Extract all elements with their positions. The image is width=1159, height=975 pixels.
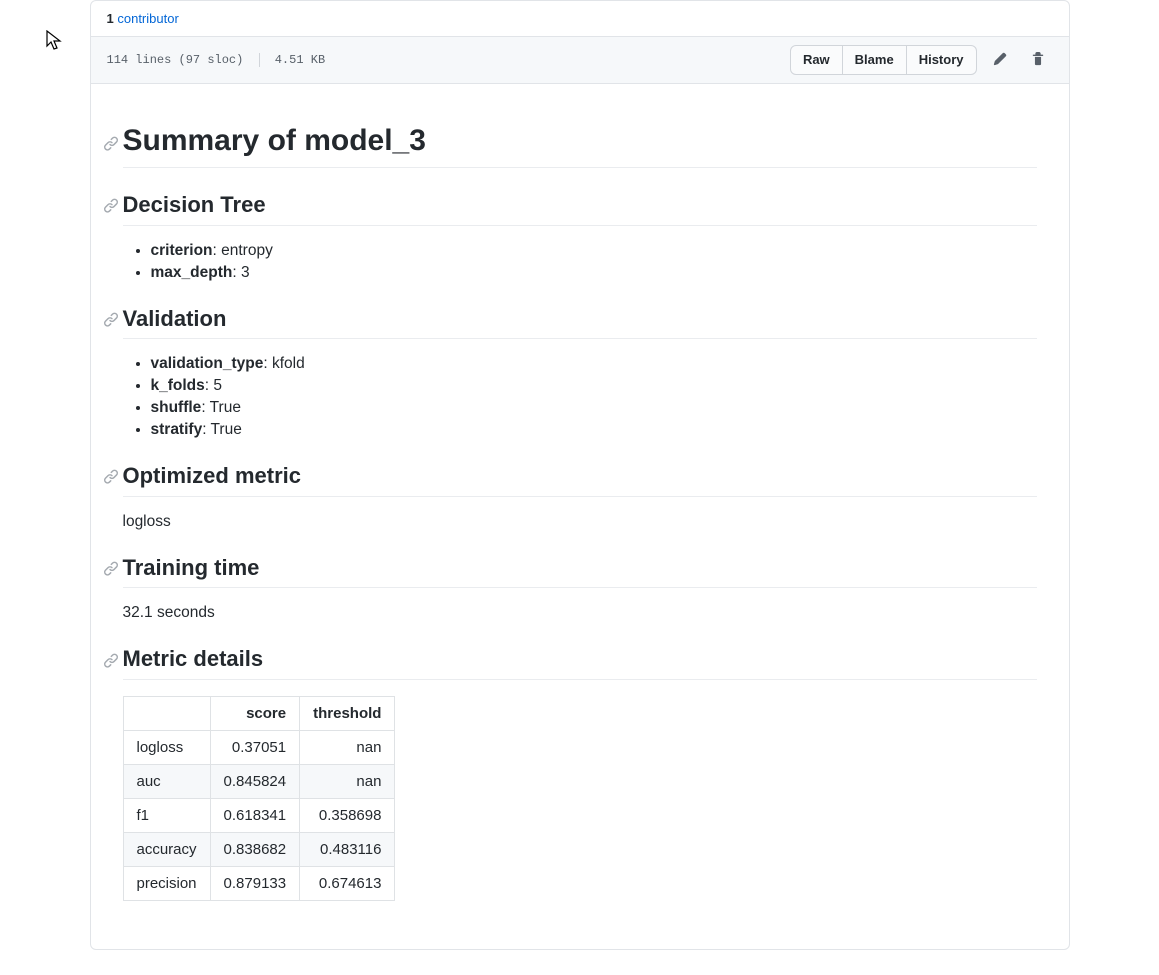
table-row: f10.6183410.358698 — [123, 798, 395, 832]
heading-text: Summary of model_3 — [123, 124, 426, 157]
col-header: threshold — [300, 696, 395, 730]
list-item: k_folds: 5 — [151, 377, 1037, 395]
table-cell: f1 — [123, 798, 210, 832]
table-cell: auc — [123, 764, 210, 798]
table-row: precision0.8791330.674613 — [123, 866, 395, 900]
link-icon[interactable] — [103, 311, 119, 327]
heading-text: Validation — [123, 306, 227, 331]
table-row: logloss0.37051nan — [123, 730, 395, 764]
col-header — [123, 696, 210, 730]
table-cell: 0.483116 — [300, 832, 395, 866]
col-header: score — [210, 696, 300, 730]
divider — [259, 53, 260, 67]
list-item: shuffle: True — [151, 399, 1037, 417]
markdown-body: Summary of model_3 Decision Tree criteri… — [91, 84, 1069, 949]
param-key: stratify — [151, 421, 203, 438]
file-header: 114 lines (97 sloc) 4.51 KB Raw Blame Hi… — [91, 37, 1069, 84]
heading-text: Optimized metric — [123, 463, 301, 488]
table-cell: 0.674613 — [300, 866, 395, 900]
table-row: auc0.845824nan — [123, 764, 395, 798]
section-heading-metric-details: Metric details — [123, 646, 1037, 680]
list-item: validation_type: kfold — [151, 355, 1037, 373]
file-actions: Raw Blame History — [790, 45, 1053, 75]
section-heading-validation: Validation — [123, 306, 1037, 340]
list-item: max_depth: 3 — [151, 264, 1037, 282]
table-cell: nan — [300, 764, 395, 798]
heading-text: Metric details — [123, 646, 264, 671]
file-lines-sloc: 114 lines (97 sloc) — [107, 53, 244, 67]
delete-icon[interactable] — [1023, 46, 1053, 75]
table-cell: precision — [123, 866, 210, 900]
param-val: : 5 — [205, 377, 222, 394]
decision-tree-list: criterion: entropy max_depth: 3 — [123, 242, 1037, 282]
section-heading-optimized-metric: Optimized metric — [123, 463, 1037, 497]
list-item: stratify: True — [151, 421, 1037, 439]
page-title: Summary of model_3 — [123, 124, 1037, 168]
param-key: criterion — [151, 242, 213, 259]
table-cell: 0.879133 — [210, 866, 300, 900]
link-icon[interactable] — [103, 469, 119, 485]
link-icon[interactable] — [103, 198, 119, 214]
table-cell: nan — [300, 730, 395, 764]
table-header-row: score threshold — [123, 696, 395, 730]
list-item: criterion: entropy — [151, 242, 1037, 260]
contributors-link[interactable]: 1 contributor — [107, 11, 179, 26]
contributors-bar: 1 contributor — [91, 1, 1069, 37]
param-val: : entropy — [213, 242, 273, 259]
param-val: : kfold — [263, 355, 304, 372]
training-time-value: 32.1 seconds — [123, 604, 1037, 622]
validation-list: validation_type: kfold k_folds: 5 shuffl… — [123, 355, 1037, 439]
history-button[interactable]: History — [907, 45, 977, 75]
param-key: k_folds — [151, 377, 205, 394]
table-cell: 0.618341 — [210, 798, 300, 832]
heading-text: Training time — [123, 555, 260, 580]
param-key: validation_type — [151, 355, 264, 372]
blame-button[interactable]: Blame — [843, 45, 907, 75]
param-key: shuffle — [151, 399, 202, 416]
param-val: : True — [201, 399, 241, 416]
metric-details-table: score threshold logloss0.37051nanauc0.84… — [123, 696, 396, 901]
link-icon[interactable] — [103, 135, 119, 151]
section-heading-decision-tree: Decision Tree — [123, 192, 1037, 226]
optimized-metric-value: logloss — [123, 513, 1037, 531]
section-heading-training-time: Training time — [123, 555, 1037, 589]
table-cell: 0.838682 — [210, 832, 300, 866]
raw-button[interactable]: Raw — [790, 45, 843, 75]
table-cell: accuracy — [123, 832, 210, 866]
cursor-icon — [46, 30, 64, 52]
link-icon[interactable] — [103, 561, 119, 577]
table-row: accuracy0.8386820.483116 — [123, 832, 395, 866]
table-cell: 0.845824 — [210, 764, 300, 798]
param-val: : True — [202, 421, 242, 438]
param-val: : 3 — [232, 264, 249, 281]
file-container: 1 contributor 114 lines (97 sloc) 4.51 K… — [90, 0, 1070, 950]
edit-icon[interactable] — [985, 46, 1015, 75]
table-cell: 0.358698 — [300, 798, 395, 832]
contributors-count: 1 — [107, 11, 114, 26]
file-size: 4.51 KB — [275, 53, 325, 67]
heading-text: Decision Tree — [123, 192, 266, 217]
param-key: max_depth — [151, 264, 233, 281]
table-cell: logloss — [123, 730, 210, 764]
link-icon[interactable] — [103, 652, 119, 668]
contributors-label: contributor — [117, 11, 178, 26]
file-info: 114 lines (97 sloc) 4.51 KB — [107, 53, 326, 67]
table-cell: 0.37051 — [210, 730, 300, 764]
